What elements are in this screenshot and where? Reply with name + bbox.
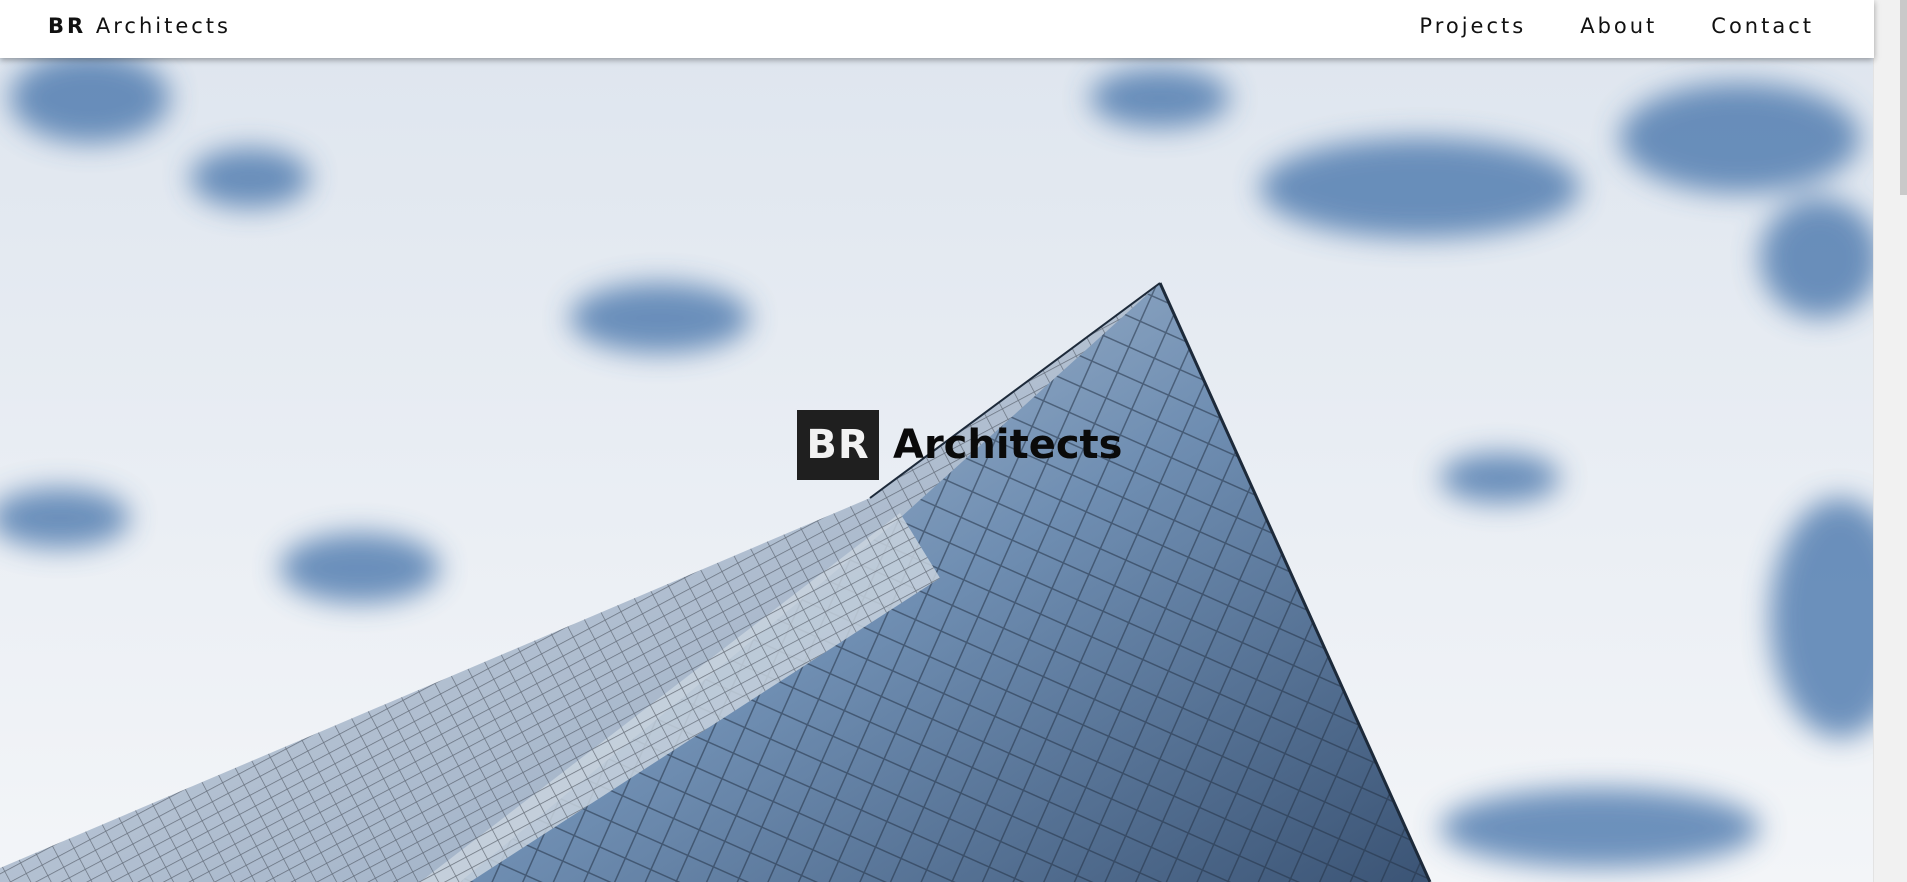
top-navigation-bar: BR Architects Projects About Contact — [0, 0, 1874, 58]
brand-initials: BR — [48, 14, 87, 38]
nav-link-projects[interactable]: Projects — [1419, 14, 1526, 38]
hero-logo-box: BR — [797, 410, 879, 480]
nav-link-contact[interactable]: Contact — [1711, 14, 1814, 38]
site-brand[interactable]: BR Architects — [48, 14, 231, 38]
main-nav: Projects About Contact — [1419, 14, 1814, 38]
hero-logo-text: Architects — [893, 422, 1123, 468]
hero-logo: BR Architects — [797, 410, 1122, 480]
nav-link-about[interactable]: About — [1580, 14, 1657, 38]
scrollbar-thumb[interactable] — [1900, 0, 1907, 195]
brand-name: Architects — [95, 14, 231, 38]
hero-section: BR Architects — [0, 58, 1874, 882]
vertical-scrollbar[interactable] — [1873, 0, 1907, 882]
